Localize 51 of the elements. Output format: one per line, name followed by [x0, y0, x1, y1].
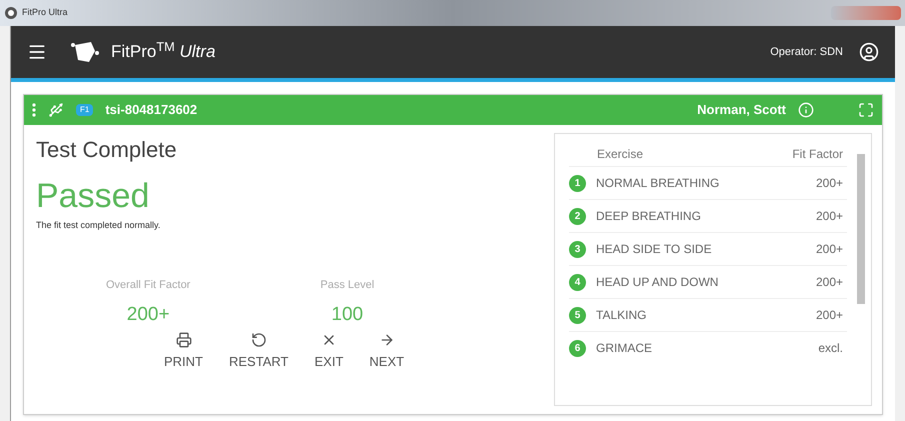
window-title: FitPro Ultra — [22, 6, 68, 20]
action-button[interactable]: NEXT — [361, 332, 412, 371]
fit-factor-value: 200+ — [816, 241, 843, 258]
pass-level-label: Pass Level — [320, 278, 374, 292]
exercise-name: NORMAL BREATHING — [596, 175, 720, 192]
fit-factor-value: 200+ — [816, 307, 843, 324]
action-button[interactable]: RESTART — [221, 332, 296, 371]
info-button[interactable] — [798, 102, 814, 118]
arrow-right-icon — [378, 332, 395, 348]
column-header: Exercise — [597, 146, 644, 163]
fullscreen-icon — [858, 102, 874, 118]
result-message: The fit test completed normally. — [36, 219, 162, 232]
pass-level-value: 100 — [331, 303, 364, 327]
action-button[interactable]: EXIT — [306, 332, 352, 371]
fit-factor-value: 200+ — [816, 274, 843, 291]
brand-logo-icon — [71, 39, 99, 65]
user-icon — [859, 42, 879, 62]
fit-factor-value: 200+ — [816, 208, 843, 225]
account-button[interactable] — [859, 42, 879, 62]
step-number: 6 — [569, 340, 586, 356]
exercise-name: DEEP BREATHING — [596, 208, 702, 225]
printer-icon — [176, 332, 192, 348]
operator-label: Operator: SDN — [770, 44, 843, 60]
overall-fit-factor-value: 200+ — [126, 303, 170, 327]
brand-name: FitPro$^{TM}$ Ultra — [111, 39, 216, 64]
step-number: 3 — [569, 240, 586, 258]
info-icon — [798, 102, 814, 118]
more-button[interactable] — [32, 103, 36, 117]
restart-icon — [250, 332, 267, 348]
exercise-name: TALKING — [596, 307, 648, 324]
exercise-name: GRIMACE — [596, 340, 654, 357]
fit-factor-value: 200+ — [816, 175, 843, 192]
step-number: 1 — [569, 174, 586, 192]
device-badge: F1 — [76, 104, 94, 116]
exercise-name: HEAD UP AND DOWN — [596, 274, 720, 291]
step-number: 4 — [569, 274, 586, 290]
action-button[interactable]: PRINT — [156, 332, 211, 371]
fit-factor-value: excl. — [818, 340, 843, 357]
fullscreen-button[interactable] — [858, 102, 874, 118]
device-id: tsi-8048173602 — [105, 101, 198, 120]
column-header: Fit Factor — [792, 146, 843, 163]
step-number: 2 — [569, 208, 586, 224]
result-heading: Test Complete — [36, 139, 178, 161]
step-number: 5 — [569, 306, 586, 324]
app-logo-icon — [4, 6, 18, 20]
usb-icon — [48, 102, 64, 118]
more-icon — [32, 103, 36, 117]
overall-fit-factor-label: Overall Fit Factor — [106, 278, 190, 292]
subject-name: Norman, Scott — [697, 101, 786, 120]
exercise-name: HEAD SIDE TO SIDE — [596, 241, 713, 258]
result-status: Passed — [36, 179, 150, 213]
